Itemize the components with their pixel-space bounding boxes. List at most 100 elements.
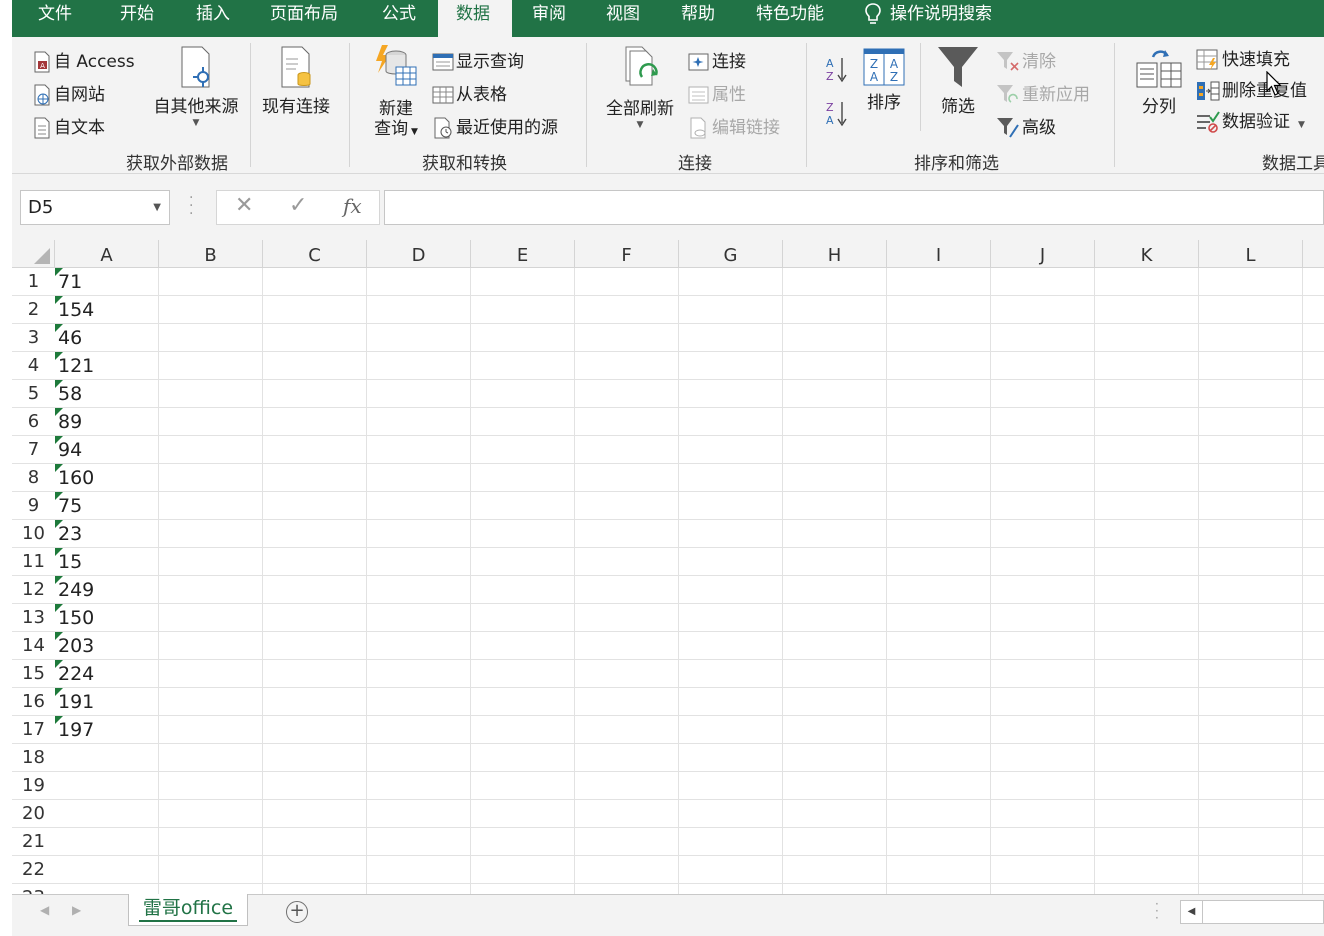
tab-home[interactable]: 开始	[120, 0, 154, 37]
connections-button[interactable]: 连接	[688, 47, 746, 72]
select-all-button[interactable]	[12, 240, 55, 268]
cell-a1[interactable]: 71	[55, 268, 157, 296]
properties-button[interactable]: 属性	[688, 80, 746, 105]
cell-a15[interactable]: 224	[55, 660, 157, 688]
cell-a12[interactable]: 249	[55, 576, 157, 604]
flash-fill-button[interactable]: 快速填充	[1196, 45, 1290, 71]
advanced-filter-button[interactable]: 高级	[996, 113, 1056, 139]
scroll-left-arrow-icon[interactable]: ◀	[1181, 901, 1203, 923]
cell-a5[interactable]: 58	[55, 380, 157, 408]
row-header-13[interactable]: 13	[12, 604, 55, 632]
from-table-button[interactable]: 从表格	[432, 80, 507, 105]
tab-page-layout[interactable]: 页面布局	[270, 0, 338, 37]
row-header-19[interactable]: 19	[12, 772, 55, 800]
column-header-b[interactable]: B	[159, 240, 263, 268]
cells-area[interactable]: 71 154 46 121 58 89 94 160 75 23 15 249 150 203 224 191…	[55, 268, 1324, 894]
name-box[interactable]: D5 ▼	[20, 190, 170, 225]
refresh-all-button[interactable]: 全部刷新 ▼	[600, 45, 680, 130]
row-header-5[interactable]: 5	[12, 380, 55, 408]
reapply-button[interactable]: 重新应用	[996, 80, 1090, 106]
cell-a14[interactable]: 203	[55, 632, 157, 660]
column-header-c[interactable]: C	[263, 240, 367, 268]
row-header-2[interactable]: 2	[12, 296, 55, 324]
column-header-j[interactable]: J	[991, 240, 1095, 268]
row-header-18[interactable]: 18	[12, 744, 55, 772]
tab-review[interactable]: 审阅	[532, 0, 566, 37]
row-header-21[interactable]: 21	[12, 828, 55, 856]
existing-connections-button[interactable]: 现有连接	[256, 45, 336, 118]
column-header-f[interactable]: F	[575, 240, 679, 268]
column-header-g[interactable]: G	[679, 240, 783, 268]
row-header-16[interactable]: 16	[12, 688, 55, 716]
tab-formulas[interactable]: 公式	[382, 0, 416, 37]
cell-a9[interactable]: 75	[55, 492, 157, 520]
resize-handle-icon[interactable]: · · ·	[1155, 898, 1159, 924]
row-header-15[interactable]: 15	[12, 660, 55, 688]
cell-a6[interactable]: 89	[55, 408, 157, 436]
horizontal-scrollbar[interactable]: ◀	[1180, 900, 1324, 924]
filter-button[interactable]: 筛选	[930, 45, 986, 118]
tab-insert[interactable]: 插入	[196, 0, 230, 37]
tell-me-search[interactable]: 操作说明搜索	[864, 0, 992, 37]
cell-a10[interactable]: 23	[55, 520, 157, 548]
sheet-tab-active[interactable]: 雷哥office	[128, 894, 248, 926]
confirm-entry-icon[interactable]: ✓	[289, 193, 307, 218]
tab-data[interactable]: 数据	[438, 0, 512, 37]
row-header-6[interactable]: 6	[12, 408, 55, 436]
sort-button[interactable]: Z A A Z 排序	[858, 47, 910, 114]
from-access-button[interactable]: A 自 Access	[32, 47, 135, 73]
column-header-h[interactable]: H	[783, 240, 887, 268]
row-header-22[interactable]: 22	[12, 856, 55, 884]
edit-links-button[interactable]: 编辑链接	[688, 113, 780, 139]
cell-a7[interactable]: 94	[55, 436, 157, 464]
row-header-8[interactable]: 8	[12, 464, 55, 492]
column-header-l[interactable]: L	[1199, 240, 1303, 268]
cell-a4[interactable]: 121	[55, 352, 157, 380]
resize-handle-icon[interactable]: · · ·	[189, 191, 193, 221]
sort-descending-button[interactable]: Z A	[824, 99, 850, 132]
insert-function-icon[interactable]: fx	[343, 194, 362, 218]
show-queries-button[interactable]: 显示查询	[432, 47, 524, 72]
row-header-4[interactable]: 4	[12, 352, 55, 380]
row-header-1[interactable]: 1	[12, 268, 55, 296]
tab-help[interactable]: 帮助	[681, 0, 715, 37]
row-header-12[interactable]: 12	[12, 576, 55, 604]
row-header-7[interactable]: 7	[12, 436, 55, 464]
cell-a11[interactable]: 15	[55, 548, 157, 576]
row-header-20[interactable]: 20	[12, 800, 55, 828]
name-box-dropdown-icon[interactable]: ▼	[153, 191, 161, 224]
row-header-11[interactable]: 11	[12, 548, 55, 576]
scroll-right-icon[interactable]: ▶	[72, 903, 81, 917]
from-web-button[interactable]: 自网站	[32, 80, 105, 106]
scroll-left-icon[interactable]: ◀	[40, 903, 49, 917]
row-header-17[interactable]: 17	[12, 716, 55, 744]
column-header-d[interactable]: D	[367, 240, 471, 268]
remove-duplicates-button[interactable]: 删除重复值	[1196, 76, 1307, 102]
from-text-button[interactable]: 自文本	[32, 113, 105, 139]
column-header-k[interactable]: K	[1095, 240, 1199, 268]
column-header-i[interactable]: I	[887, 240, 991, 268]
row-header-23[interactable]: 23	[12, 884, 55, 894]
cell-a16[interactable]: 191	[55, 688, 157, 716]
cell-a2[interactable]: 154	[55, 296, 157, 324]
cell-a8[interactable]: 160	[55, 464, 157, 492]
cell-a3[interactable]: 46	[55, 324, 157, 352]
row-header-9[interactable]: 9	[12, 492, 55, 520]
new-query-button[interactable]: 新建 查询 ▼	[360, 43, 432, 143]
data-validation-button[interactable]: 数据验证 ▼	[1196, 107, 1305, 133]
clear-filter-button[interactable]: 清除	[996, 47, 1056, 73]
text-to-columns-button[interactable]: 分列	[1130, 47, 1188, 118]
cell-a13[interactable]: 150	[55, 604, 157, 632]
cell-a17[interactable]: 197	[55, 716, 157, 744]
recent-sources-button[interactable]: 最近使用的源	[432, 113, 558, 139]
row-header-10[interactable]: 10	[12, 520, 55, 548]
column-header-a[interactable]: A	[55, 240, 159, 268]
column-header-e[interactable]: E	[471, 240, 575, 268]
add-sheet-icon[interactable]: +	[286, 901, 308, 923]
cancel-entry-icon[interactable]: ✕	[235, 193, 253, 218]
tab-file[interactable]: 文件	[38, 0, 72, 37]
other-sources-button[interactable]: 自其他来源 ▼	[148, 45, 244, 128]
row-header-14[interactable]: 14	[12, 632, 55, 660]
tab-view[interactable]: 视图	[606, 0, 640, 37]
tab-special-features[interactable]: 特色功能	[756, 0, 824, 37]
